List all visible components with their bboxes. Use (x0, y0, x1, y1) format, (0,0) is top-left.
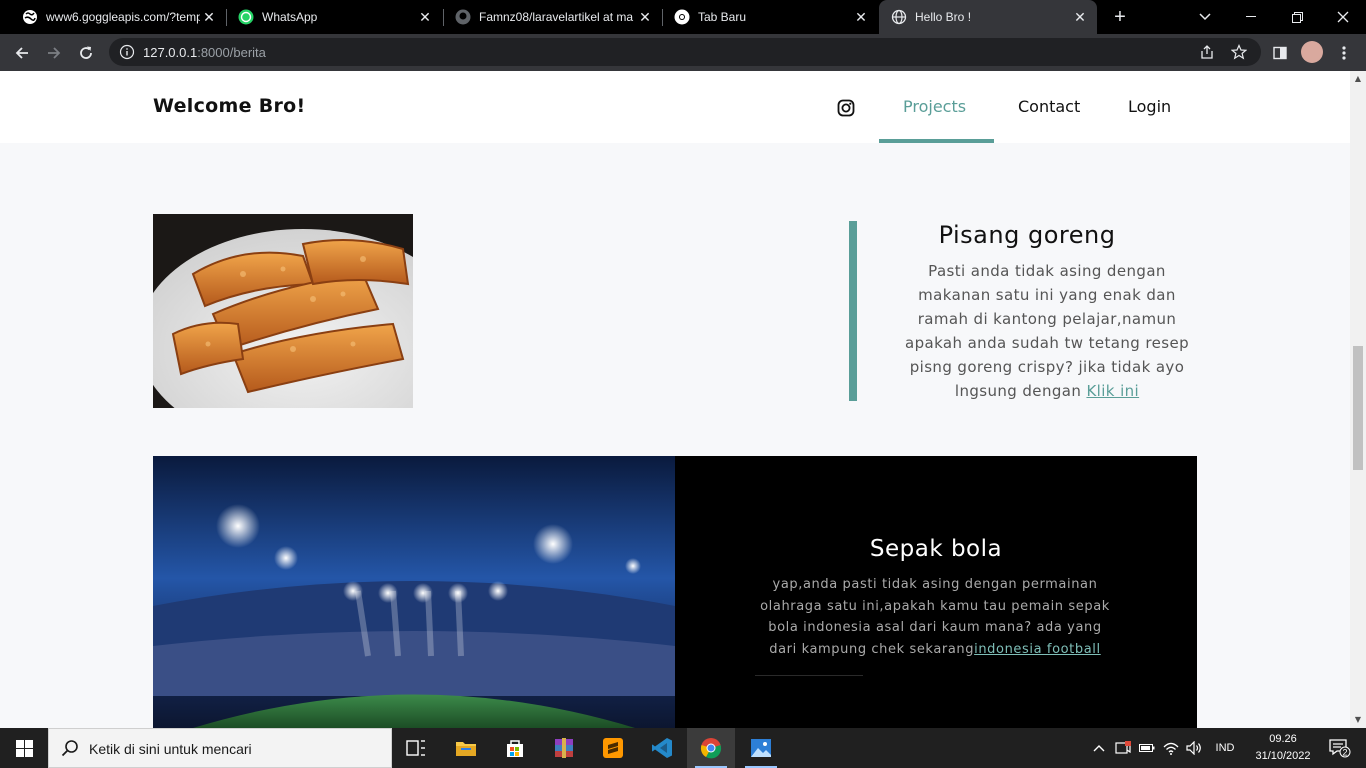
browser-tab[interactable]: WhatsApp ✕ (216, 0, 442, 34)
article-body: yap,anda pasti tidak asing dengan permai… (755, 574, 1115, 660)
article-card-sepak-bola: Sepak bola yap,anda pasti tidak asing de… (675, 456, 1197, 728)
clock-time: 09.26 (1269, 733, 1297, 745)
scroll-up-icon[interactable]: ▲ (1350, 71, 1366, 87)
tab-search-icon[interactable] (1182, 0, 1228, 34)
url-text: 127.0.0.1:8000/berita (143, 45, 266, 60)
article-title: Pisang goreng (938, 221, 1116, 249)
nav-contact[interactable]: Contact (1018, 97, 1080, 116)
close-window-button[interactable] (1320, 0, 1366, 34)
nav-projects[interactable]: Projects (903, 97, 966, 116)
browser-tab[interactable]: Tab Baru ✕ (652, 0, 878, 34)
nav-active-indicator (879, 139, 994, 143)
scrollbar-thumb[interactable] (1353, 346, 1363, 470)
browser-tab[interactable]: www6.goggleapis.com/?temp ✕ (0, 0, 226, 34)
site-navbar: Welcome Bro! Projects Contact Login (0, 71, 1350, 143)
close-tab-icon[interactable]: ✕ (416, 9, 434, 26)
globe-icon (891, 9, 907, 25)
pisang-goreng-image (153, 214, 413, 408)
browser-toolbar: 127.0.0.1:8000/berita (0, 34, 1366, 71)
chrome-taskbar-icon[interactable] (687, 728, 735, 768)
chrome-icon (674, 9, 690, 25)
search-placeholder: Ketik di sini untuk mencari (89, 741, 252, 757)
close-tab-icon[interactable]: ✕ (1071, 9, 1089, 26)
url-path: :8000/berita (197, 45, 266, 60)
tab-title: Hello Bro ! (915, 10, 972, 24)
new-tab-button[interactable]: + (1108, 5, 1132, 29)
url-host: 127.0.0.1 (143, 45, 198, 60)
tab-title: www6.goggleapis.com/?temp (46, 10, 200, 24)
vscode-icon[interactable] (638, 728, 686, 768)
github-icon (455, 9, 471, 25)
divider (755, 675, 863, 676)
page-scrollbar[interactable]: ▲ ▼ (1350, 71, 1366, 728)
menu-kebab-icon[interactable] (1330, 39, 1358, 67)
article-title: Sepak bola (869, 536, 1003, 562)
taskbar-clock[interactable]: 09.26 31/10/2022 (1252, 731, 1314, 765)
clock-date: 31/10/2022 (1255, 750, 1311, 762)
share-icon[interactable] (1199, 44, 1215, 64)
wifi-icon[interactable] (1160, 728, 1182, 768)
tab-title: WhatsApp (262, 10, 318, 24)
article-link[interactable]: Klik ini (1086, 382, 1139, 400)
task-view-icon[interactable] (392, 728, 440, 768)
scroll-down-icon[interactable]: ▼ (1350, 712, 1366, 728)
web-page: Welcome Bro! Projects Contact Login Pisa… (0, 71, 1350, 728)
tab-title: Famnz08/laravelartikel at ma (479, 10, 634, 24)
instagram-icon[interactable] (837, 99, 855, 117)
info-icon[interactable] (119, 44, 135, 64)
whatsapp-icon (238, 9, 254, 25)
side-panel-icon[interactable] (1266, 39, 1294, 67)
winrar-icon[interactable] (540, 728, 588, 768)
bookmark-star-icon[interactable] (1230, 44, 1248, 64)
profile-avatar[interactable] (1301, 41, 1323, 63)
search-icon (61, 739, 79, 761)
stadium-image (153, 456, 675, 728)
photos-app-icon[interactable] (737, 728, 785, 768)
show-hidden-icons-chevron-icon[interactable] (1089, 728, 1109, 768)
close-tab-icon[interactable]: ✕ (852, 9, 870, 26)
volume-icon[interactable] (1183, 728, 1205, 768)
meet-now-icon[interactable] (1112, 728, 1134, 768)
article-body: Pasti anda tidak asing dengan makanan sa… (897, 259, 1197, 403)
notifications-icon[interactable]: 2 (1320, 728, 1360, 768)
article-body-text: Pasti anda tidak asing dengan makanan sa… (904, 262, 1189, 400)
file-explorer-icon[interactable] (442, 728, 490, 768)
notification-count: 2 (1342, 748, 1347, 758)
browser-tab-active[interactable]: Hello Bro ! ✕ (879, 0, 1097, 34)
article-link[interactable]: indonesia football (974, 642, 1101, 657)
site-brand[interactable]: Welcome Bro! (153, 95, 305, 117)
browser-tab[interactable]: Famnz08/laravelartikel at ma ✕ (433, 0, 662, 34)
reload-icon[interactable] (72, 39, 100, 67)
battery-icon[interactable] (1136, 728, 1158, 768)
windows-start-icon[interactable] (0, 728, 48, 768)
taskbar-search-box[interactable]: Ketik di sini untuk mencari (48, 728, 392, 768)
article-card-pisang-goreng: Pisang goreng Pasti anda tidak asing den… (849, 221, 1197, 401)
address-bar[interactable]: 127.0.0.1:8000/berita (109, 38, 1261, 66)
minimize-button[interactable] (1228, 0, 1274, 34)
windows-taskbar: Ketik di sini untuk mencari IND 09.26 31 (0, 728, 1366, 768)
browser-tab-strip: www6.goggleapis.com/?temp ✕ WhatsApp ✕ F… (0, 0, 1366, 34)
tab-title: Tab Baru (698, 10, 747, 24)
nav-login[interactable]: Login (1128, 97, 1171, 116)
back-arrow-icon[interactable] (8, 39, 36, 67)
globe-icon (22, 9, 38, 25)
restore-button[interactable] (1274, 0, 1320, 34)
microsoft-store-icon[interactable] (491, 728, 539, 768)
forward-arrow-icon[interactable] (40, 39, 68, 67)
input-language[interactable]: IND (1210, 728, 1240, 768)
sublime-text-icon[interactable] (589, 728, 637, 768)
